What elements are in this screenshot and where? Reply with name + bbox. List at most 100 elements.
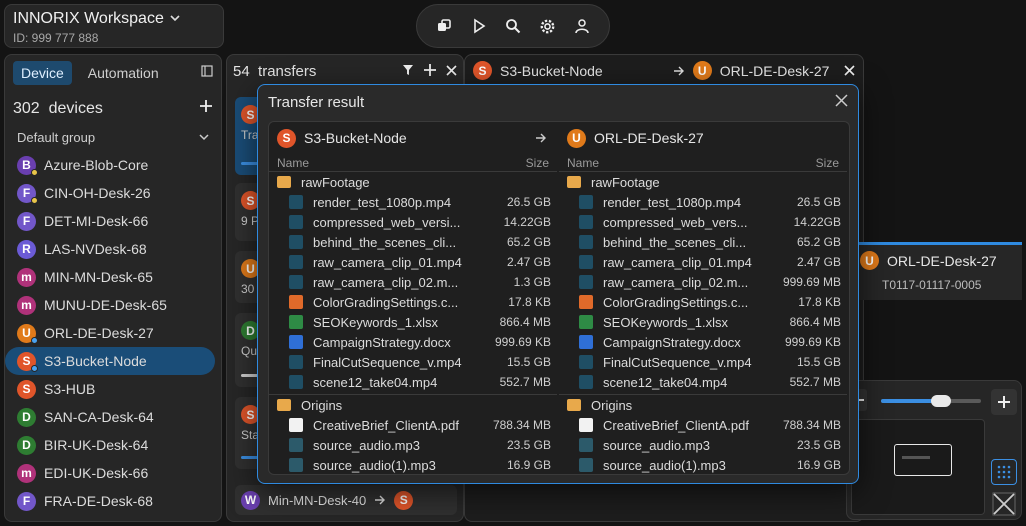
file-row[interactable]: compressed_web_versi... 14.22GB <box>269 212 557 232</box>
grid-select-icon[interactable] <box>991 459 1017 485</box>
device-name: S3-HUB <box>44 381 96 397</box>
video-icon <box>289 235 303 249</box>
device-item[interactable]: F DET-MI-Desk-66 <box>5 207 221 235</box>
source-file-list: S S3-Bucket-Node Name Size rawFootage rend… <box>269 122 557 475</box>
file-row[interactable]: CampaignStrategy.docx 999.69 KB <box>269 332 557 352</box>
file-row[interactable]: behind_the_scenes_cli... 65.2 GB <box>269 232 557 252</box>
file-row[interactable]: raw_camera_clip_01.mp4 2.47 GB <box>269 252 557 272</box>
file-row[interactable]: source_audio(1).mp3 16.9 GB <box>559 455 847 475</box>
file-row[interactable]: SEOKeywords_1.xlsx 866.4 MB <box>269 312 557 332</box>
device-item[interactable]: F FRA-DE-Desk-68 <box>5 487 221 515</box>
filter-icon[interactable] <box>402 63 414 80</box>
file-row[interactable]: scene12_take04.mp4 552.7 MB <box>269 372 557 392</box>
column-name-header[interactable]: Name <box>277 156 309 170</box>
device-item[interactable]: F CIN-OH-Desk-26 <box>5 179 221 207</box>
file-size: 866.4 MB <box>789 315 841 329</box>
file-size: 17.8 KB <box>508 295 551 309</box>
tab-device[interactable]: Device <box>13 61 72 85</box>
search-icon[interactable] <box>499 12 527 40</box>
file-name: scene12_take04.mp4 <box>313 374 438 390</box>
folder-row[interactable]: rawFootage <box>269 172 557 192</box>
folder-row[interactable]: rawFootage <box>559 172 847 192</box>
folder-row[interactable]: Origins <box>559 395 847 415</box>
zoom-in-button[interactable] <box>991 389 1017 415</box>
file-row[interactable]: source_audio.mp3 23.5 GB <box>559 435 847 455</box>
device-item[interactable]: D SAN-CA-Desk-64 <box>5 403 221 431</box>
file-name: source_audio(1).mp3 <box>313 457 436 473</box>
file-name: CampaignStrategy.docx <box>603 334 741 350</box>
file-row[interactable]: raw_camera_clip_02.m... 1.3 GB <box>269 272 557 292</box>
file-row[interactable]: source_audio(1).mp3 16.9 GB <box>269 455 557 475</box>
user-icon[interactable] <box>568 12 596 40</box>
group-selector[interactable]: Default group <box>5 124 221 151</box>
device-avatar: U <box>692 61 712 80</box>
panel-toggle-icon[interactable] <box>201 64 213 82</box>
fit-view-icon[interactable] <box>991 491 1017 517</box>
swap-icon[interactable] <box>430 12 458 40</box>
device-item[interactable]: S S3-HUB <box>5 375 221 403</box>
device-avatar: U <box>860 251 879 270</box>
file-name: render_test_1080p.mp4 <box>313 194 452 210</box>
file-row[interactable]: FinalCutSequence_v.mp4 15.5 GB <box>559 352 847 372</box>
file-row[interactable]: FinalCutSequence_v.mp4 15.5 GB <box>269 352 557 372</box>
folder-row[interactable]: Origins <box>269 395 557 415</box>
device-avatar: m <box>17 267 36 287</box>
detail-target-name: ORL-DE-Desk-27 <box>719 62 830 79</box>
file-row[interactable]: compressed_web_vers... 14.22GB <box>559 212 847 232</box>
device-item[interactable]: m MUNU-DE-Desk-65 <box>5 291 221 319</box>
minimap-viewport[interactable] <box>894 444 952 476</box>
minimap-panel <box>846 380 1022 520</box>
close-icon[interactable] <box>844 63 855 79</box>
device-item[interactable]: m EDI-UK-Desk-66 <box>5 459 221 487</box>
video-icon <box>579 275 593 289</box>
file-row[interactable]: SEOKeywords_1.xlsx 866.4 MB <box>559 312 847 332</box>
device-avatar: S <box>17 351 38 372</box>
device-item[interactable]: D BIR-UK-Desk-64 <box>5 431 221 459</box>
video-icon <box>579 195 593 209</box>
gear-icon[interactable] <box>533 12 561 40</box>
file-row[interactable]: ColorGradingSettings.c... 17.8 KB <box>559 292 847 312</box>
zoom-slider-knob[interactable] <box>931 395 951 407</box>
file-row[interactable]: render_test_1080p.mp4 26.5 GB <box>559 192 847 212</box>
add-icon[interactable] <box>424 63 436 80</box>
column-name-header[interactable]: Name <box>567 156 599 170</box>
file-row[interactable]: CreativeBrief_ClientA.pdf 788.34 MB <box>559 415 847 435</box>
device-item[interactable]: U ORL-DE-Desk-27 <box>5 319 221 347</box>
file-row[interactable]: raw_camera_clip_02.m... 999.69 MB <box>559 272 847 292</box>
add-device-icon[interactable] <box>199 99 213 118</box>
column-size-header[interactable]: Size <box>816 156 839 170</box>
transfer-card-bottom[interactable]: W Min-MN-Desk-40 S <box>235 485 457 515</box>
status-dot <box>31 168 38 176</box>
file-row[interactable]: behind_the_scenes_cli... 65.2 GB <box>559 232 847 252</box>
file-name: ColorGradingSettings.c... <box>603 294 749 310</box>
minimap[interactable] <box>851 419 985 515</box>
column-size-header[interactable]: Size <box>526 156 549 170</box>
pdf-icon <box>289 418 303 432</box>
device-item[interactable]: B Azure-Blob-Core <box>5 151 221 179</box>
file-row[interactable]: render_test_1080p.mp4 26.5 GB <box>269 192 557 212</box>
device-info-card[interactable]: U ORL-DE-Desk-27 T0117-01117-0005 <box>852 242 1022 300</box>
device-avatar: F <box>17 491 36 511</box>
file-size: 16.9 GB <box>506 458 551 472</box>
device-item[interactable]: m MIN-MN-Desk-65 <box>5 263 221 291</box>
file-row[interactable]: scene12_take04.mp4 552.7 MB <box>559 372 847 392</box>
file-row[interactable]: raw_camera_clip_01.mp4 2.47 GB <box>559 252 847 272</box>
close-icon[interactable] <box>446 63 457 80</box>
status-dot <box>31 336 38 344</box>
file-name: raw_camera_clip_02.m... <box>313 274 459 290</box>
device-item[interactable]: S S3-Bucket-Node <box>5 347 215 375</box>
close-icon[interactable] <box>835 94 848 111</box>
file-size: 23.5 GB <box>796 438 841 452</box>
play-icon[interactable] <box>465 12 493 40</box>
file-row[interactable]: CampaignStrategy.docx 999.69 KB <box>559 332 847 352</box>
device-avatar: R <box>17 239 36 259</box>
tab-automation[interactable]: Automation <box>80 61 167 85</box>
workspace-selector[interactable]: INNORIX Workspace ID: 999 777 888 <box>4 4 224 48</box>
top-toolbar <box>416 4 610 48</box>
file-name: ColorGradingSettings.c... <box>313 294 459 310</box>
device-item[interactable]: R LAS-NVDesk-68 <box>5 235 221 263</box>
zoom-slider[interactable] <box>881 395 981 407</box>
file-row[interactable]: ColorGradingSettings.c... 17.8 KB <box>269 292 557 312</box>
file-row[interactable]: source_audio.mp3 23.5 GB <box>269 435 557 455</box>
file-row[interactable]: CreativeBrief_ClientA.pdf 788.34 MB <box>269 415 557 435</box>
